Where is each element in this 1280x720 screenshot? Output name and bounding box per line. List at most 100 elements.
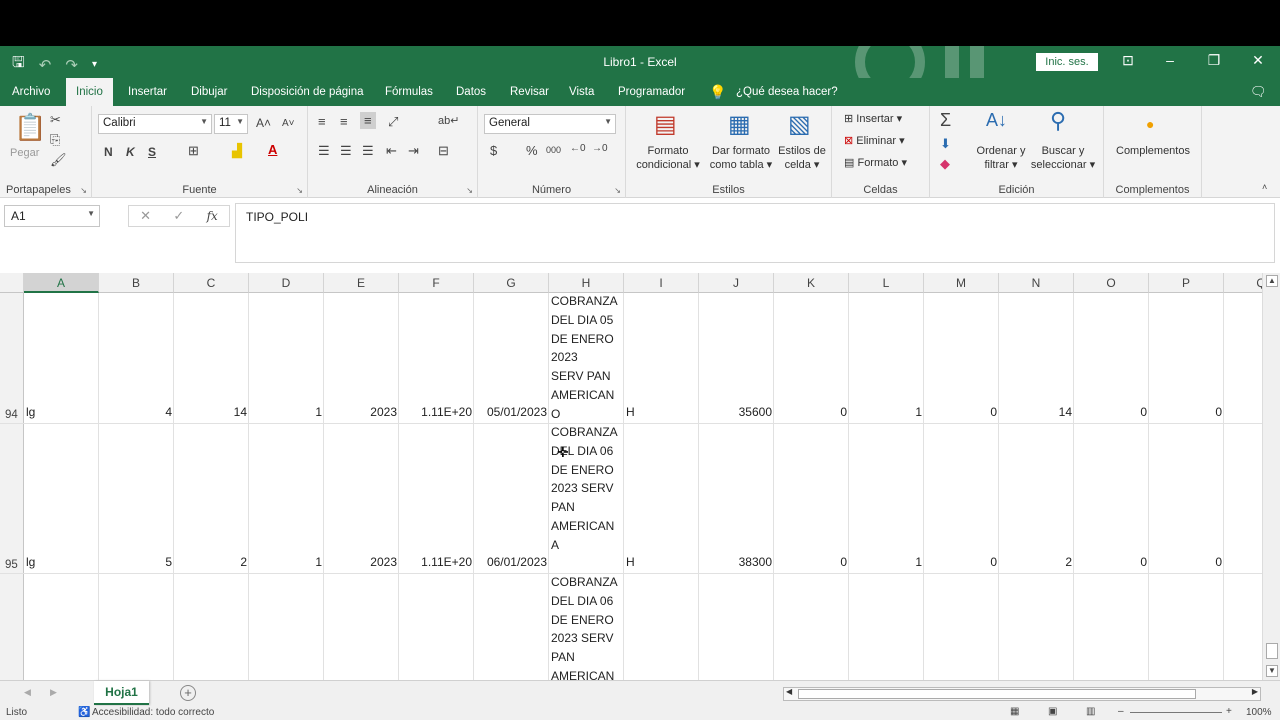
copy-icon[interactable]: ⎘ [50,132,60,148]
zoom-slider[interactable] [1130,712,1222,713]
tab-insertar[interactable]: Insertar [118,78,177,106]
addins-button[interactable]: Complementos [1104,144,1202,158]
scroll-up-icon[interactable]: ▲ [1266,275,1278,287]
tab-dibujar[interactable]: Dibujar [181,78,237,106]
cancel-icon[interactable]: ✕ [140,208,151,224]
cell-f95[interactable]: 1.11E+20 [400,554,472,570]
decrease-indent-icon[interactable]: ⇤ [386,143,397,159]
ribbon-display-icon[interactable]: ⊡ [1118,52,1138,69]
zoom-level[interactable]: 100% [1246,707,1272,718]
cut-icon[interactable]: ✂ [50,112,61,128]
scroll-left-icon[interactable]: ◀ [786,687,792,696]
cell-j95[interactable]: 38300 [700,554,772,570]
collapse-ribbon-icon[interactable]: ˄ [1262,182,1267,192]
clear-icon[interactable]: ◆ [940,156,950,172]
name-box[interactable]: A1 ▼ [4,205,100,227]
cell-f94[interactable]: 1.11E+20 [400,404,472,420]
insert-cells-button[interactable]: ⊞ Insertar ▾ [844,112,902,126]
cell-a95[interactable]: lg [26,554,35,570]
tab-formulas[interactable]: Fórmulas [375,78,443,106]
format-painter-icon[interactable]: 🖌 [50,152,67,168]
merge-center-icon[interactable]: ⊟ [438,143,449,159]
fill-icon[interactable]: ⬇ [940,136,951,152]
tab-vista[interactable]: Vista [559,78,604,106]
cell-styles-icon[interactable]: ▧ [788,110,811,139]
shrink-font-icon[interactable]: A˅ [282,118,295,129]
bold-button[interactable]: N [104,145,113,159]
tab-archivo[interactable]: Archivo [2,78,60,106]
cell-g94[interactable]: 05/01/2023 [475,404,547,420]
tab-datos[interactable]: Datos [446,78,496,106]
cell-c95[interactable]: 2 [175,554,247,570]
cell-i94[interactable]: H [626,404,635,420]
formula-input[interactable]: TIPO_POLI [235,203,1275,263]
increase-indent-icon[interactable]: ⇥ [408,143,419,159]
tell-me-search[interactable]: ¿Qué desea hacer? [726,78,848,106]
paste-icon[interactable]: 📋 [14,112,46,143]
scroll-right-icon[interactable]: ▶ [1252,687,1258,696]
cell-m94[interactable]: 0 [925,404,997,420]
fill-color-icon[interactable]: ▟ [232,143,242,159]
align-right-icon[interactable]: ☰ [362,143,374,159]
font-color-icon[interactable]: A [268,142,277,157]
sheet-tab-hoja1[interactable]: Hoja1 [94,681,149,705]
percent-button[interactable]: % [526,143,538,158]
align-center-icon[interactable]: ☰ [340,143,352,159]
decrease-decimal-icon[interactable]: →0 [592,143,608,154]
normal-view-icon[interactable]: ▦ [1010,706,1019,717]
column-header-p[interactable]: P [1149,273,1224,293]
cell-n95[interactable]: 2 [1000,554,1072,570]
worksheet-grid[interactable]: ABCDEFGHIJKLMNOPQ 94 lg 4 14 1 2023 1.11… [0,273,1262,680]
tab-inicio[interactable]: Inicio [66,78,113,106]
orientation-icon[interactable]: ⤢ [388,114,398,130]
wrap-text-icon[interactable]: ab↵ [438,114,459,127]
cell-m95[interactable]: 0 [925,554,997,570]
cell-b95[interactable]: 5 [100,554,172,570]
cell-h96[interactable]: COBRANZA DEL DIA 06 DE ENERO 2023 SERV P… [551,573,623,680]
alignment-launcher-icon[interactable]: ↘ [466,186,473,195]
conditional-format-icon[interactable]: ▤ [654,110,677,139]
addins-icon[interactable]: ● [1146,116,1154,132]
cell-d95[interactable]: 1 [250,554,322,570]
cell-l95[interactable]: 1 [850,554,922,570]
thousands-button[interactable]: 000 [546,145,561,155]
column-header-o[interactable]: O [1074,273,1149,293]
delete-cells-button[interactable]: ⊠ Eliminar ▾ [844,134,905,148]
column-header-d[interactable]: D [249,273,324,293]
sign-in-button[interactable]: Inic. ses. [1036,53,1098,71]
cell-k94[interactable]: 0 [775,404,847,420]
accessibility-status[interactable]: Accesibilidad: todo correcto [92,707,214,718]
font-launcher-icon[interactable]: ↘ [296,186,303,195]
borders-icon[interactable]: ⊞ [188,143,199,159]
enter-icon[interactable]: ✓ [173,208,184,224]
column-header-e[interactable]: E [324,273,399,293]
prev-sheet-icon[interactable]: ◀ [24,687,31,698]
cell-j94[interactable]: 35600 [700,404,772,420]
page-break-icon[interactable]: ▥ [1086,706,1095,717]
cell-k95[interactable]: 0 [775,554,847,570]
column-header-l[interactable]: L [849,273,924,293]
tab-disposicion[interactable]: Disposición de página [241,78,374,106]
paste-button[interactable]: Pegar [10,146,39,160]
cell-e95[interactable]: 2023 [325,554,397,570]
row-header-96[interactable] [0,574,24,680]
row-header-95[interactable]: 95 [0,424,24,573]
cell-c94[interactable]: 14 [175,404,247,420]
scroll-thumb[interactable] [1266,643,1278,659]
cell-g95[interactable]: 06/01/2023 [475,554,547,570]
zoom-out-icon[interactable]: – [1118,706,1124,717]
grow-font-icon[interactable]: A˄ [256,116,271,130]
cell-n94[interactable]: 14 [1000,404,1072,420]
tab-revisar[interactable]: Revisar [500,78,559,106]
autosum-icon[interactable]: Σ [940,110,951,131]
column-header-j[interactable]: J [699,273,774,293]
align-bottom-icon[interactable]: ≡ [360,112,376,129]
cell-a94[interactable]: lg [26,404,35,420]
vertical-scrollbar[interactable]: ▲ ▼ [1262,273,1280,680]
cell-e94[interactable]: 2023 [325,404,397,420]
hscroll-thumb[interactable] [798,689,1196,699]
tab-programador[interactable]: Programador [608,78,695,106]
conditional-format-button[interactable]: Formato condicional ▾ [630,144,706,172]
increase-decimal-icon[interactable]: ←0 [570,143,586,154]
format-as-table-icon[interactable]: ▦ [728,110,751,139]
